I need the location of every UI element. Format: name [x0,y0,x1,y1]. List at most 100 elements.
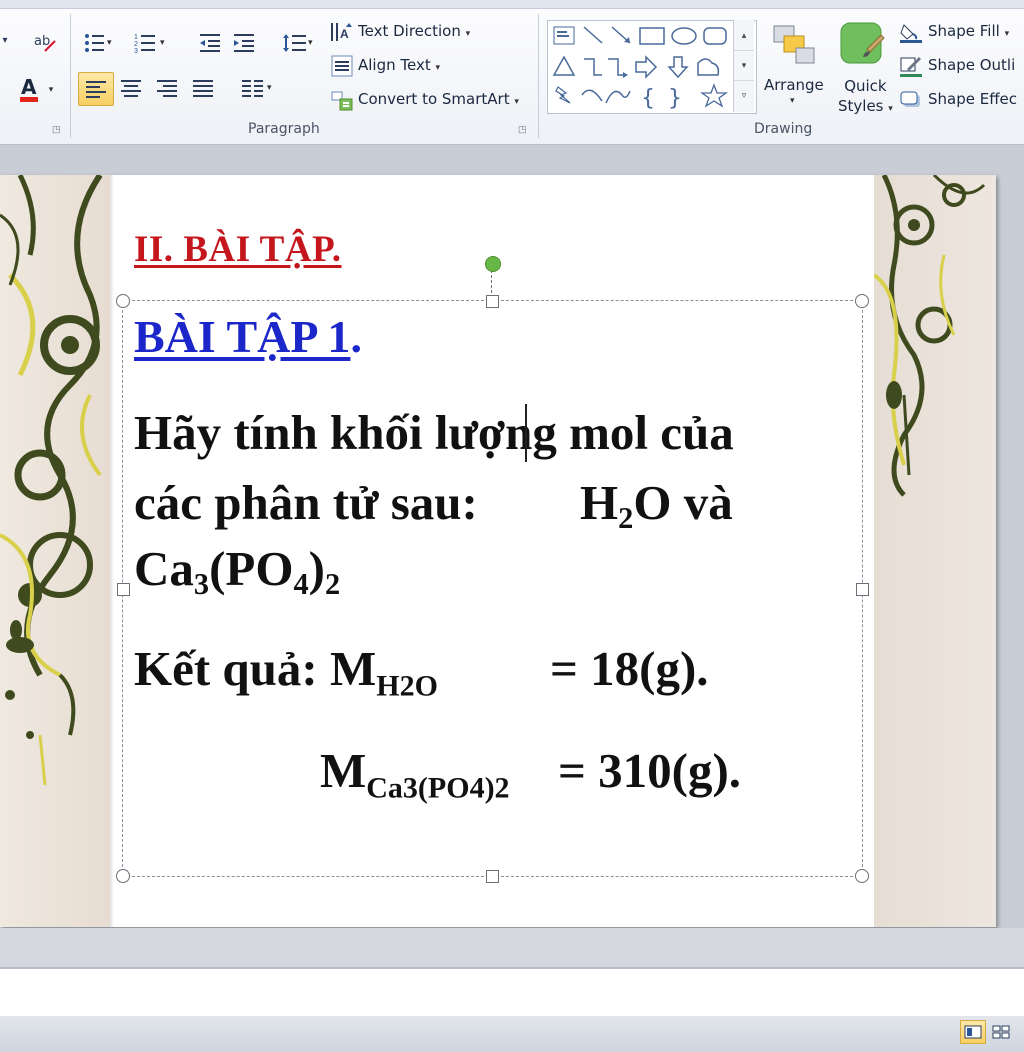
gallery-scroll-down-icon[interactable]: ▾ [734,50,754,81]
elbow-connector-shape-icon[interactable] [584,58,602,76]
svg-text:A: A [340,27,349,41]
exercise-title-text: BÀI TẬP 1 [134,311,351,362]
normal-view-button[interactable] [960,1020,986,1044]
clear-formatting-icon[interactable]: ab [30,28,60,56]
slide-sorter-view-button[interactable] [988,1020,1014,1044]
question-line-1: Hãy tính khối lượng mol của [134,405,734,460]
rotate-handle[interactable] [485,256,501,272]
curve-shape-icon[interactable] [605,90,631,104]
paragraph-dialog-launcher-icon[interactable]: ◳ [518,124,527,135]
ca-subscript: 3 [193,567,210,602]
columns-button[interactable]: ▾ [238,74,278,102]
font-color-dropdown-arrow[interactable]: ▾ [46,82,56,96]
right-brace-shape-icon[interactable]: } [668,86,682,111]
font-size-dropdown-arrow[interactable]: ▾ [0,28,10,52]
m1-subscript: H2O [376,669,438,703]
slide-heading: II. BÀI TẬP. [134,229,342,270]
svg-text:2: 2 [134,41,138,48]
po-open: (PO [209,541,294,596]
shapes-gallery: { } [547,20,757,114]
arrange-dropdown-arrow[interactable]: ▾ [790,96,795,106]
shape-fill-button[interactable]: Shape Fill ▾ [928,22,1009,40]
svg-text:ab: ab [34,34,50,49]
star-shape-icon[interactable] [699,83,729,108]
shape-outline-icon [898,54,924,78]
arrange-button[interactable]: Arrange [764,76,824,94]
question-line-2-prefix: các phân tử sau: [134,475,478,530]
line-shape-icon[interactable] [583,26,603,44]
shape-fill-icon [898,20,924,44]
slide-right-decoration [872,173,996,927]
triangle-shape-icon[interactable] [552,55,576,76]
bullets-button[interactable]: ▾ [82,30,116,56]
textbox-shape-icon[interactable] [553,26,575,45]
h2o-formula: H2O và [580,474,733,536]
resize-handle-bottom-right[interactable] [855,869,869,883]
notes-pane[interactable] [0,967,1024,1018]
resize-handle-left[interactable] [117,583,130,596]
status-bar [0,1016,1024,1052]
text-cursor [525,404,527,462]
shape-effects-button[interactable]: Shape Effec [928,90,1017,108]
resize-handle-top-left[interactable] [116,294,130,308]
quick-styles-icon[interactable] [836,18,886,70]
freeform-shape-icon[interactable] [697,58,720,76]
resize-handle-top-right[interactable] [855,294,869,308]
shape-effects-icon [898,88,924,112]
result-label-line: Kết quả: MH2O [134,640,438,704]
arrange-icon[interactable] [768,20,820,70]
oval-shape-icon[interactable] [671,27,697,45]
result-label: Kết quả: [134,641,318,696]
paragraph-group-label: Paragraph [248,121,320,137]
increase-indent-icon[interactable] [230,30,258,56]
ribbon: ▾ ab A ▾ ◳ ▾ 1 2 3 ▾ ▾ ▾ A Text Direction ▾ [0,0,1024,145]
rectangle-shape-icon[interactable] [639,27,665,45]
resize-handle-top[interactable] [486,295,499,308]
down-arrow-shape-icon[interactable] [667,56,689,79]
arrow-line-shape-icon[interactable] [611,26,631,44]
gallery-scroll-up-icon[interactable]: ▴ [734,20,754,51]
rounded-rectangle-shape-icon[interactable] [703,27,727,45]
slide-left-decoration [0,173,110,927]
gallery-more-icon[interactable]: ▿ [734,80,754,110]
align-text-button[interactable]: Align Text ▾ [358,56,440,74]
convert-smartart-button[interactable]: Convert to SmartArt ▾ [358,90,519,108]
h2o-o: O [633,475,672,530]
po-outer-subscript: 2 [324,567,341,602]
svg-text:A: A [21,75,37,99]
font-dialog-launcher-icon[interactable]: ◳ [52,124,61,135]
resize-handle-right[interactable] [856,583,869,596]
font-color-icon[interactable]: A [14,74,44,104]
m2-line: MCa3(PO4)2 [320,742,510,806]
decrease-indent-icon[interactable] [196,30,224,56]
shape-outline-button[interactable]: Shape Outli [928,56,1015,74]
right-arrow-shape-icon[interactable] [635,55,658,79]
left-brace-shape-icon[interactable]: { [641,86,655,111]
h2o-subscript: 2 [618,501,634,536]
exercise-title-suffix: . [350,311,362,362]
floral-swirl-decoration-icon [0,173,103,786]
align-text-icon [330,54,354,78]
quick-styles-label-text: Styles [838,97,884,115]
m2-subscript: Ca3(PO4)2 [366,771,510,805]
svg-text:▾: ▾ [160,37,165,47]
resize-handle-bottom-left[interactable] [116,869,130,883]
align-right-button[interactable] [152,74,182,102]
align-center-button[interactable] [116,74,146,102]
line-spacing-icon[interactable]: ▾ [280,30,318,56]
arc-shape-icon[interactable] [581,89,603,102]
h2o-h: H [580,475,619,530]
quick-styles-button[interactable]: Quick Styles ▾ [838,76,893,119]
text-direction-button[interactable]: Text Direction ▾ [358,22,470,40]
align-left-button[interactable] [78,72,114,106]
resize-handle-bottom[interactable] [486,870,499,883]
conjunction-text: và [683,475,733,530]
text-direction-icon: A [328,20,354,44]
lightning-shape-icon[interactable] [555,86,571,104]
slide-sorter-icon [992,1025,1010,1039]
justify-button[interactable] [188,74,218,102]
svg-text:▾: ▾ [267,82,272,92]
numbering-button[interactable]: 1 2 3 ▾ [132,30,172,56]
svg-text:▾: ▾ [107,37,112,47]
elbow-arrow-connector-shape-icon[interactable] [608,58,628,78]
